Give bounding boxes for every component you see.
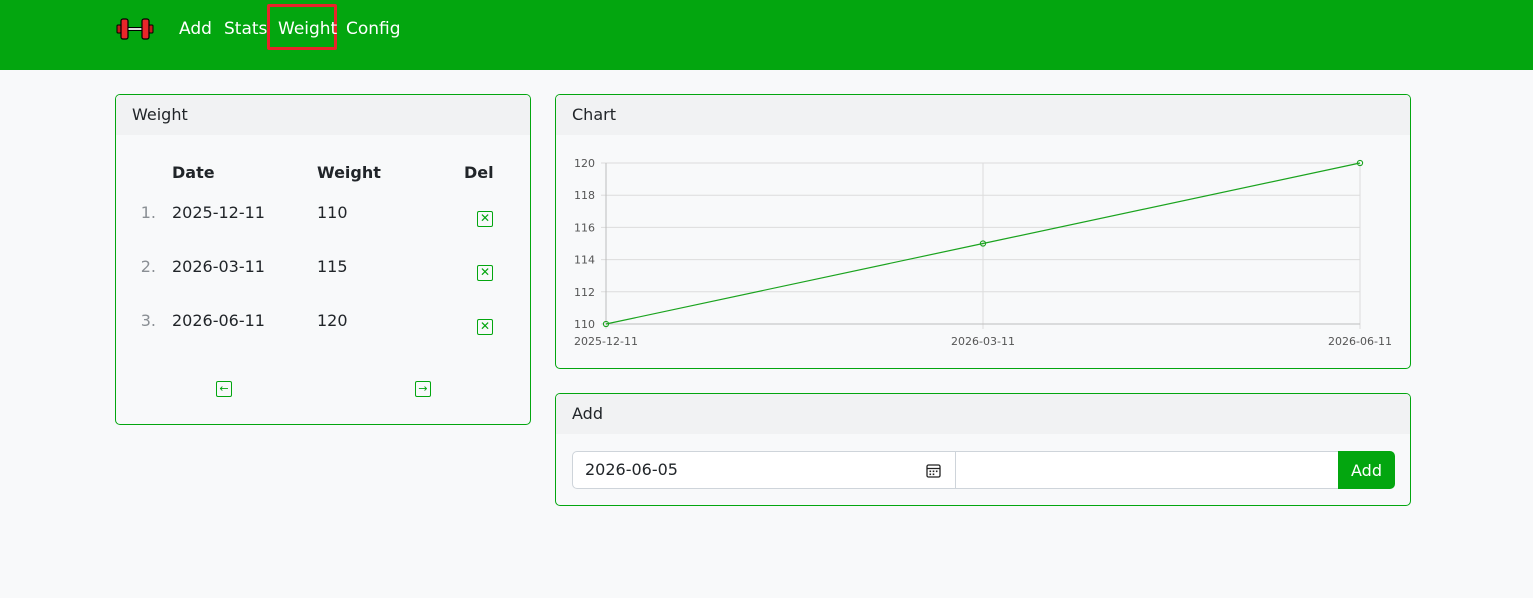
close-box-icon[interactable]: ✕ <box>477 319 493 335</box>
nav-link-config[interactable]: Config <box>346 18 401 40</box>
weight-field[interactable] <box>955 451 1339 489</box>
row-index: 2. <box>140 257 156 276</box>
add-button[interactable]: Add <box>1338 451 1395 489</box>
row-weight: 110 <box>317 203 348 222</box>
column-header-del: Del <box>464 163 494 182</box>
y-tick-label: 114 <box>574 254 595 267</box>
y-tick-label: 110 <box>574 318 595 331</box>
row-index: 3. <box>140 311 156 330</box>
table-row: 1. 2025-12-11 110 ✕ <box>116 203 530 233</box>
x-tick-label: 2026-06-11 <box>1328 335 1392 348</box>
add-card-title: Add <box>556 394 1410 434</box>
weight-line-chart: 110 112 114 116 118 120 2025-12-11 2026-03-11 20… <box>574 157 1392 348</box>
calendar-icon[interactable] <box>926 463 941 478</box>
row-date: 2026-06-11 <box>172 311 265 330</box>
chart-card: Chart 110 112 114 116 118 120 2025-12-11 2026-0… <box>555 94 1411 369</box>
nav-link-stats[interactable]: Stats <box>224 18 267 40</box>
row-date: 2026-03-11 <box>172 257 265 276</box>
column-header-weight: Weight <box>317 163 381 182</box>
top-navbar: Add Stats Weight Config <box>0 0 1533 70</box>
dumbbell-icon[interactable] <box>114 17 156 41</box>
y-tick-label: 116 <box>574 221 595 234</box>
date-value: 2026-06-05 <box>585 460 678 479</box>
row-weight: 120 <box>317 311 348 330</box>
y-tick-label: 120 <box>574 157 595 170</box>
row-weight: 115 <box>317 257 348 276</box>
column-header-date: Date <box>172 163 215 182</box>
date-field[interactable]: 2026-06-05 <box>572 451 956 489</box>
weight-card: Weight Date Weight Del 1. 2025-12-11 110… <box>115 94 531 425</box>
y-tick-label: 112 <box>574 286 595 299</box>
table-row: 2. 2026-03-11 115 ✕ <box>116 257 530 287</box>
table-row: 3. 2026-06-11 120 ✕ <box>116 311 530 341</box>
arrow-left-box-icon[interactable]: ← <box>216 381 232 397</box>
row-date: 2025-12-11 <box>172 203 265 222</box>
arrow-right-box-icon[interactable]: → <box>415 381 431 397</box>
weight-card-title: Weight <box>116 95 530 135</box>
close-box-icon[interactable]: ✕ <box>477 211 493 227</box>
add-card: Add 2026-06-05 Add <box>555 393 1411 506</box>
close-box-icon[interactable]: ✕ <box>477 265 493 281</box>
chart-card-title: Chart <box>556 95 1410 135</box>
nav-link-weight[interactable]: Weight <box>278 18 337 40</box>
row-index: 1. <box>140 203 156 222</box>
add-weight-form: 2026-06-05 Add <box>572 451 1395 489</box>
nav-link-add[interactable]: Add <box>179 18 212 40</box>
x-tick-label: 2026-03-11 <box>951 335 1015 348</box>
y-tick-label: 118 <box>574 189 595 202</box>
x-tick-label: 2025-12-11 <box>574 335 638 348</box>
